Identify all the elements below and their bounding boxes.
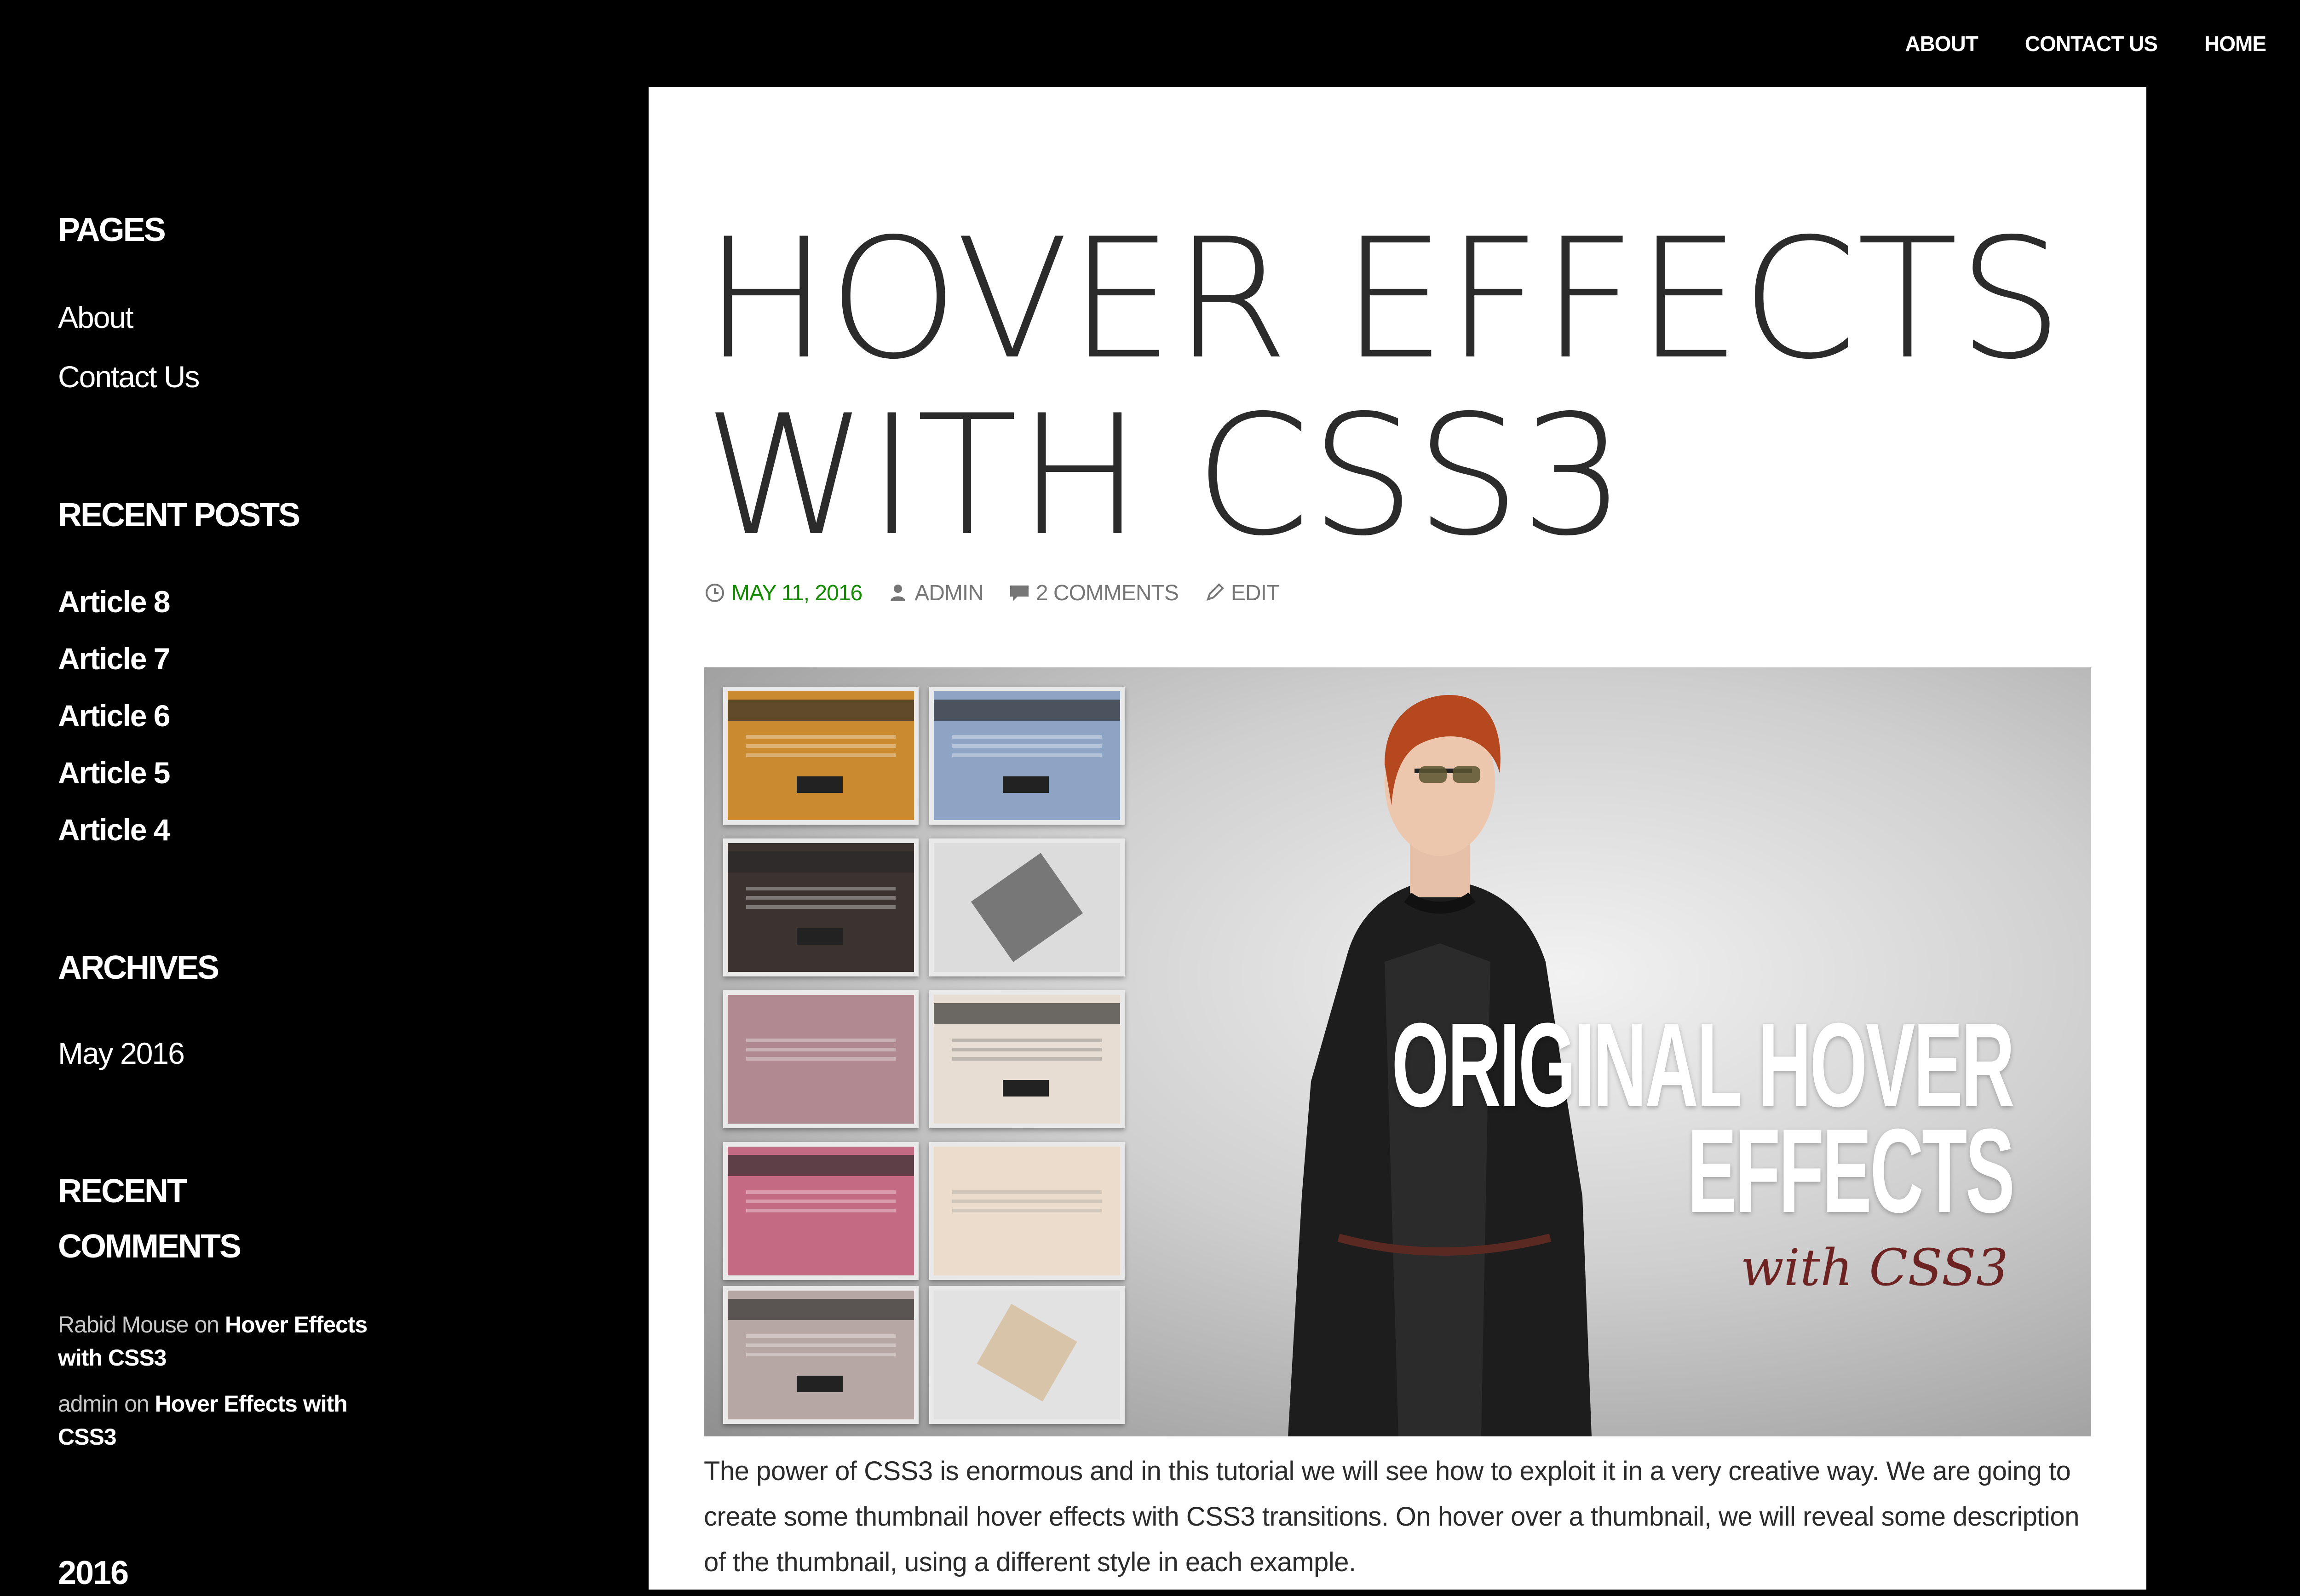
- recent-comments-list: Rabid Mouse on Hover Effects with CSS3 a…: [58, 1308, 389, 1466]
- recent-posts-list: Article 8 Article 7 Article 6 Article 5 …: [58, 573, 170, 858]
- clock-icon: [706, 584, 724, 602]
- thumbnail-image: [929, 838, 1125, 976]
- post-comments-text: 2 COMMENTS: [1035, 580, 1179, 605]
- nav-link-about[interactable]: ABOUT: [1905, 31, 1978, 56]
- widget-title-archives: ARCHIVES: [58, 949, 219, 986]
- comment-author: admin: [58, 1391, 119, 1417]
- widget-title-recent-comments-line2: COMMENTS: [58, 1228, 242, 1265]
- thumbnail-image: [929, 687, 1125, 825]
- comment-icon: [1010, 586, 1029, 601]
- post-author[interactable]: ADMIN: [887, 580, 984, 606]
- post-edit-text: EDIT: [1230, 580, 1280, 605]
- post-body-paragraph: The power of CSS3 is enormous and in thi…: [704, 1456, 2080, 1577]
- featured-image[interactable]: ORIGINAL HOVER EFFECTS with CSS3: [704, 667, 2091, 1436]
- nav-link-contact-us[interactable]: CONTACT US: [2025, 31, 2158, 56]
- widget-title-recent-posts: RECENT POSTS: [58, 497, 300, 534]
- primary-menu: ABOUT CONTACT US HOME: [1858, 0, 2266, 87]
- sidebar-item-contact-us[interactable]: Contact Us: [58, 347, 200, 407]
- archives-list: May 2016: [58, 1025, 185, 1082]
- nav-link-home[interactable]: HOME: [2204, 31, 2266, 56]
- widget-title-year: 2016: [58, 1555, 129, 1591]
- comment-on-text: on: [118, 1391, 155, 1417]
- post-content-area: HOVER EFFECTS WITH CSS3 MAY 11, 2016 ADM…: [649, 87, 2146, 1590]
- widget-title-recent-comments-line1: RECENT: [58, 1173, 187, 1210]
- recent-post-link[interactable]: Article 8: [58, 573, 170, 630]
- recent-post-link[interactable]: Article 4: [58, 801, 170, 858]
- pages-list: About Contact Us: [58, 288, 200, 407]
- thumbnail-image: [723, 838, 919, 976]
- thumbnail-image: [929, 1142, 1125, 1280]
- top-navigation-bar: ABOUT CONTACT US HOME: [0, 0, 2300, 87]
- widget-title-pages: PAGES: [58, 212, 166, 248]
- post-title[interactable]: HOVER EFFECTS WITH CSS3: [704, 211, 2107, 564]
- thumbnail-image: [723, 1286, 919, 1424]
- post-date[interactable]: MAY 11, 2016: [704, 580, 862, 606]
- comment-author[interactable]: Rabid Mouse: [58, 1312, 189, 1338]
- recent-comment-item: admin on Hover Effects with CSS3: [58, 1387, 389, 1453]
- post-title-line2: WITH CSS3: [704, 379, 1626, 572]
- archive-link-may-2016[interactable]: May 2016: [58, 1025, 185, 1082]
- post-title-line1: HOVER EFFECTS: [704, 203, 2063, 396]
- post-edit-link[interactable]: EDIT: [1203, 580, 1280, 606]
- thumbnail-image: [723, 1142, 919, 1280]
- banner-subline: with CSS3: [1740, 1238, 2008, 1297]
- thumbnail-image: [929, 990, 1125, 1128]
- post-author-text: ADMIN: [914, 580, 984, 605]
- recent-post-link[interactable]: Article 7: [58, 630, 170, 687]
- post-date-text: MAY 11, 2016: [731, 580, 862, 605]
- sidebar-item-about[interactable]: About: [58, 288, 199, 347]
- thumbnail-image: [723, 990, 919, 1128]
- user-icon: [891, 585, 906, 601]
- thumbnail-image: [723, 687, 919, 825]
- post-comments-link[interactable]: 2 COMMENTS: [1008, 580, 1179, 606]
- recent-post-link[interactable]: Article 5: [58, 744, 170, 801]
- recent-comment-item: Rabid Mouse on Hover Effects with CSS3: [58, 1308, 389, 1374]
- banner-headline-line1: ORIGINAL HOVER: [1391, 999, 2015, 1132]
- recent-post-link[interactable]: Article 6: [58, 687, 170, 744]
- banner-headline-line2: EFFECTS: [1687, 1104, 2015, 1238]
- comment-on-text: on: [188, 1312, 225, 1338]
- pencil-icon: [1206, 583, 1224, 601]
- post-meta: MAY 11, 2016 ADMIN 2 COMMENTS EDIT: [704, 577, 1304, 609]
- thumbnail-image: [929, 1286, 1125, 1424]
